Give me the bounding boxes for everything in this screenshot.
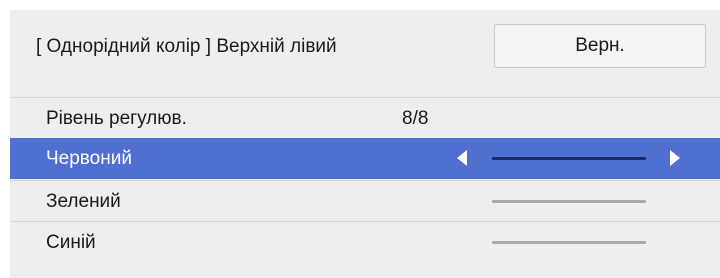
row-label: Червоний: [46, 148, 132, 169]
triangle-right-icon[interactable]: [670, 150, 680, 166]
row-label: Зелений: [46, 191, 121, 212]
row-green[interactable]: Зелений: [10, 180, 720, 221]
adjust-level-value: 8/8: [402, 108, 429, 129]
return-button[interactable]: Верн.: [494, 24, 706, 68]
row-label: Рівень регулюв.: [46, 108, 187, 129]
blue-slider[interactable]: [492, 241, 646, 244]
triangle-left-icon[interactable]: [457, 150, 467, 166]
red-slider[interactable]: [492, 157, 646, 160]
page-title: [ Однорідний колір ] Верхній лівий: [36, 36, 337, 57]
row-red[interactable]: Червоний: [10, 138, 720, 179]
row-label: Синій: [46, 232, 96, 253]
row-blue[interactable]: Синій: [10, 221, 720, 262]
green-slider[interactable]: [492, 200, 646, 203]
row-adjust-level[interactable]: Рівень регулюв. 8/8: [10, 97, 720, 138]
